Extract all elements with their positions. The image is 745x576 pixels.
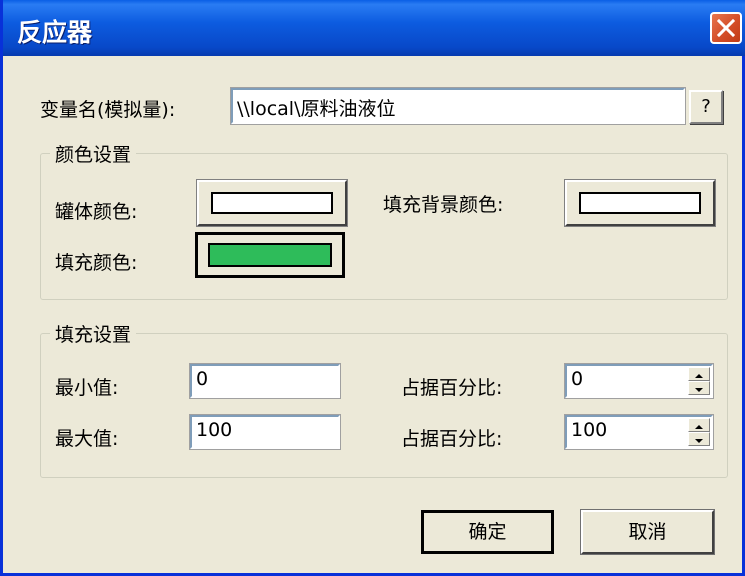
spin-down-button[interactable] [688, 432, 710, 446]
fill-bg-color-label: 填充背景颜色: [383, 194, 504, 216]
close-icon [717, 19, 735, 37]
fill-color-button[interactable] [195, 232, 345, 278]
variable-label: 变量名(模拟量): [40, 99, 176, 121]
close-button[interactable] [710, 12, 742, 44]
dialog-window: 反应器 变量名(模拟量): \\local\原料油液位 ? 颜色设置 罐体颜色:… [0, 0, 745, 576]
min-percent-input[interactable]: 0 [564, 363, 714, 399]
spin-up-button[interactable] [688, 418, 710, 432]
max-value-input[interactable]: 100 [189, 414, 341, 450]
fill-color-swatch [208, 243, 332, 267]
max-percent-input[interactable]: 100 [564, 414, 714, 450]
max-value-label: 最大值: [55, 428, 119, 450]
max-percent-text: 100 [571, 419, 608, 441]
title-bar[interactable]: 反应器 [3, 0, 745, 56]
min-value-text: 0 [196, 368, 209, 390]
fill-settings-group [40, 333, 728, 478]
min-value-input[interactable]: 0 [189, 363, 341, 399]
ok-button[interactable]: 确定 [421, 510, 554, 554]
spin-down-button[interactable] [688, 381, 710, 395]
fill-bg-color-button[interactable] [564, 179, 716, 227]
color-settings-group [40, 153, 728, 300]
window-title: 反应器 [17, 18, 93, 47]
tank-color-label: 罐体颜色: [55, 201, 138, 223]
arrow-down-icon [695, 439, 703, 443]
max-percent-spinner[interactable] [688, 418, 710, 446]
tank-color-button[interactable] [196, 179, 348, 227]
color-settings-title: 颜色设置 [50, 140, 137, 167]
min-percent-label: 占据百分比: [401, 377, 503, 399]
variable-value: \\local\原料油液位 [237, 98, 396, 120]
max-percent-label: 占据百分比: [401, 428, 503, 450]
spin-up-button[interactable] [688, 367, 710, 381]
cancel-button[interactable]: 取消 [580, 509, 715, 555]
variable-browse-button[interactable]: ? [689, 90, 723, 124]
min-percent-spinner[interactable] [688, 367, 710, 395]
fill-settings-title: 填充设置 [50, 320, 137, 347]
arrow-down-icon [695, 388, 703, 392]
max-value-text: 100 [196, 419, 233, 441]
min-value-label: 最小值: [55, 377, 119, 399]
variable-input[interactable]: \\local\原料油液位 [230, 87, 686, 125]
min-percent-text: 0 [571, 368, 584, 390]
fill-color-label: 填充颜色: [55, 252, 138, 274]
fill-bg-color-swatch [579, 192, 701, 214]
tank-color-swatch [211, 192, 333, 214]
